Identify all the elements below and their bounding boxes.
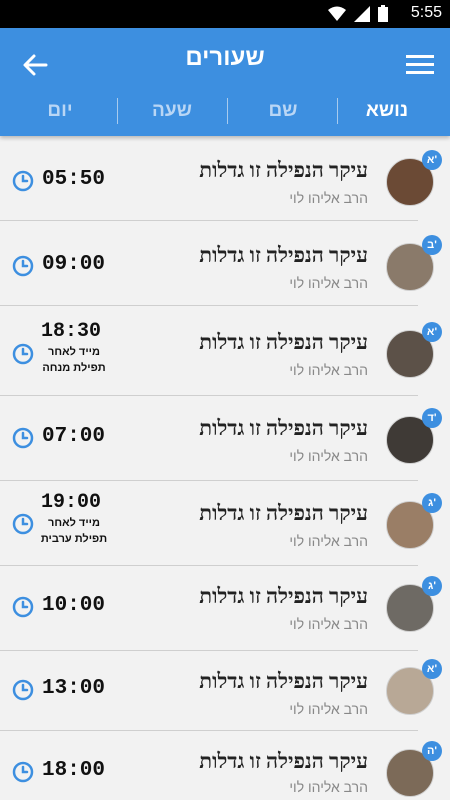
lesson-title: עיקר הנפילה זו גדלות — [199, 330, 368, 354]
clock-icon — [12, 427, 34, 449]
lesson-time: 05:50 — [42, 168, 106, 191]
rabbi-name: הרב אליהו לוי — [289, 533, 368, 549]
clock-icon — [12, 255, 34, 277]
lessons-list: א' עיקר הנפילה זו גדלות הרב אליהו לוי 05… — [0, 136, 450, 800]
clock-icon — [12, 679, 34, 701]
lesson-title: עיקר הנפילה זו גדלות — [199, 584, 368, 608]
day-badge: ב' — [422, 235, 442, 255]
lesson-time-note: מייד לאחר תפילת ערבית — [40, 517, 108, 545]
rabbi-name: הרב אליהו לוי — [289, 190, 368, 206]
lesson-time: 09:00 — [42, 253, 106, 276]
status-icons — [328, 5, 388, 22]
list-item[interactable]: ג' עיקר הנפילה זו גדלות הרב אליהו לוי 19… — [0, 481, 450, 566]
page-title: שעורים — [185, 44, 265, 71]
list-item[interactable]: ה' עיקר הנפילה זו גדלות הרב אליהו לוי 18… — [0, 731, 450, 800]
lesson-title: עיקר הנפילה זו גדלות — [199, 669, 368, 693]
lesson-time: 07:00 — [42, 425, 106, 448]
lesson-title: עיקר הנפילה זו גדלות — [199, 749, 368, 773]
lesson-title: עיקר הנפילה זו גדלות — [199, 243, 368, 267]
signal-icon — [354, 5, 370, 22]
clock-icon — [12, 596, 34, 618]
tab-divider — [227, 98, 228, 124]
status-bar: 5:55 — [0, 0, 450, 28]
day-badge: א' — [422, 150, 442, 170]
battery-icon — [378, 5, 388, 22]
app-bar: שעורים נושא שם שעה יום — [0, 28, 450, 136]
rabbi-name: הרב אליהו לוי — [289, 275, 368, 291]
hamburger-menu-icon[interactable] — [406, 52, 434, 76]
lesson-title: עיקר הנפילה זו גדלות — [199, 501, 368, 525]
lesson-title: עיקר הנפילה זו גדלות — [199, 158, 368, 182]
list-item[interactable]: א' עיקר הנפילה זו גדלות הרב אליהו לוי 18… — [0, 306, 450, 396]
lesson-time-note: מייד לאחר תפילת מנחה — [42, 346, 106, 374]
clock-icon — [12, 170, 34, 192]
lesson-time: 10:00 — [42, 594, 106, 617]
status-time: 5:55 — [410, 4, 442, 21]
list-item[interactable]: ד' עיקר הנפילה זו גדלות הרב אליהו לוי 07… — [0, 396, 450, 481]
list-item[interactable]: א' עיקר הנפילה זו גדלות הרב אליהו לוי 05… — [0, 136, 450, 221]
day-badge: ג' — [422, 493, 442, 513]
tab-divider — [117, 98, 118, 124]
list-item[interactable]: ב' עיקר הנפילה זו גדלות הרב אליהו לוי 09… — [0, 221, 450, 306]
clock-icon — [12, 513, 34, 535]
clock-icon — [12, 343, 34, 365]
wifi-icon — [328, 6, 346, 21]
list-item[interactable]: א' עיקר הנפילה זו גדלות הרב אליהו לוי 13… — [0, 651, 450, 731]
tab-day[interactable]: יום — [15, 100, 105, 122]
day-badge: א' — [422, 659, 442, 679]
lesson-title: עיקר הנפילה זו גדלות — [199, 416, 368, 440]
rabbi-name: הרב אליהו לוי — [289, 701, 368, 717]
tab-bar: נושא שם שעה יום — [0, 90, 450, 130]
tab-hour[interactable]: שעה — [127, 100, 217, 122]
rabbi-name: הרב אליהו לוי — [289, 448, 368, 464]
day-badge: ג' — [422, 576, 442, 596]
day-badge: ד' — [422, 408, 442, 428]
clock-icon — [12, 761, 34, 783]
list-item[interactable]: ג' עיקר הנפילה זו גדלות הרב אליהו לוי 10… — [0, 566, 450, 651]
rabbi-name: הרב אליהו לוי — [289, 362, 368, 378]
tab-divider — [337, 98, 338, 124]
lesson-time: 19:00 — [40, 491, 101, 514]
day-badge: א' — [422, 322, 442, 342]
lesson-time: 13:00 — [42, 677, 106, 700]
lesson-time: 18:30 — [40, 320, 101, 343]
tab-topic[interactable]: נושא — [342, 100, 432, 122]
lesson-time: 18:00 — [42, 759, 106, 782]
rabbi-name: הרב אליהו לוי — [289, 616, 368, 632]
tab-name[interactable]: שם — [238, 100, 328, 122]
day-badge: ה' — [422, 741, 442, 761]
rabbi-name: הרב אליהו לוי — [289, 779, 368, 795]
